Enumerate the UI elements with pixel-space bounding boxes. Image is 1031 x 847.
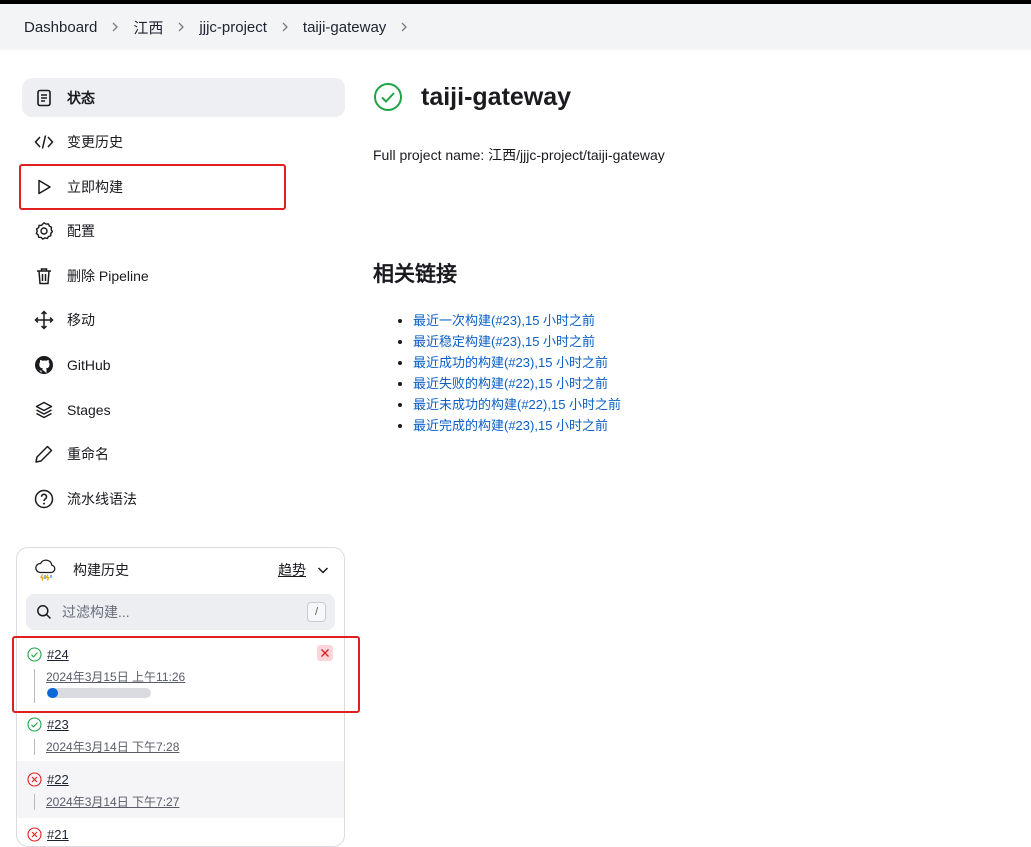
- last-successful-build-link[interactable]: 最近成功的构建(#23),15 小时之前: [413, 355, 608, 370]
- sidebar-item-move[interactable]: 移动: [22, 301, 345, 340]
- last-failed-build-link[interactable]: 最近失败的构建(#22),15 小时之前: [413, 376, 608, 391]
- gear-icon: [34, 221, 54, 241]
- chevron-down-icon[interactable]: [316, 563, 330, 577]
- list-item: 最近未成功的构建(#22),15 小时之前: [413, 394, 1023, 415]
- sidebar-item-label: 重命名: [67, 446, 109, 463]
- list-item: 最近完成的构建(#23),15 小时之前: [413, 415, 1023, 436]
- build-row-22: #22 2024年3月14日 下午7:27: [17, 761, 344, 818]
- list-item: 最近一次构建(#23),15 小时之前: [413, 310, 1023, 331]
- build-filter: /: [26, 594, 335, 630]
- sidebar-item-changes[interactable]: 变更历史: [22, 123, 345, 162]
- related-links-heading: 相关链接: [373, 263, 457, 286]
- project-title: taiji-gateway: [421, 82, 572, 111]
- build-history-title: 构建历史: [73, 562, 129, 578]
- sidebar-item-stages[interactable]: Stages: [22, 390, 345, 429]
- last-build-link[interactable]: 最近一次构建(#23),15 小时之前: [413, 313, 595, 328]
- weather-storm-icon: [35, 559, 56, 581]
- breadcrumb-gateway[interactable]: taiji-gateway: [303, 19, 386, 36]
- highlight-box-build-now: [19, 164, 286, 210]
- breadcrumb-dashboard[interactable]: Dashboard: [24, 19, 97, 36]
- sidebar-item-status[interactable]: 状态: [22, 78, 345, 117]
- github-icon: [34, 355, 54, 375]
- move-icon: [34, 310, 54, 331]
- build-number-link[interactable]: #21: [47, 827, 69, 842]
- build-row-23: #23 2024年3月14日 下午7:28: [17, 706, 344, 761]
- build-history-header: 构建历史 趋势: [17, 548, 344, 592]
- related-links-list: 最近一次构建(#23),15 小时之前 最近稳定构建(#23),15 小时之前 …: [373, 310, 1023, 436]
- failed-icon: [27, 771, 42, 787]
- breadcrumb-project[interactable]: jjjc-project: [199, 19, 267, 36]
- sidebar-item-label: 变更历史: [67, 134, 123, 151]
- sidebar-item-configure[interactable]: 配置: [22, 212, 345, 251]
- search-icon: [37, 605, 52, 620]
- highlight-box-build-24: [12, 636, 360, 713]
- build-date-link[interactable]: 2024年3月14日 下午7:28: [46, 740, 179, 754]
- trend-toggle[interactable]: 趋势: [278, 560, 330, 580]
- sidebar-item-label: 状态: [67, 89, 95, 106]
- help-icon: [34, 489, 54, 509]
- trend-link[interactable]: 趋势: [278, 560, 306, 580]
- sidebar-item-label: 配置: [67, 223, 95, 240]
- breadcrumb-jiangxi[interactable]: 江西: [133, 17, 163, 38]
- success-icon: [374, 83, 402, 111]
- page-title: taiji-gateway: [373, 80, 1023, 114]
- trash-icon: [34, 266, 54, 286]
- last-unsuccessful-build-link[interactable]: 最近未成功的构建(#22),15 小时之前: [413, 397, 621, 412]
- build-date-link[interactable]: 2024年3月14日 下午7:27: [46, 795, 179, 809]
- success-icon: [27, 716, 42, 732]
- chevron-right-icon[interactable]: [398, 21, 410, 33]
- sidebar-item-label: 流水线语法: [67, 490, 137, 507]
- layers-icon: [34, 400, 54, 420]
- sidebar-item-delete[interactable]: 删除 Pipeline: [22, 256, 345, 295]
- build-row-21: #21: [17, 818, 344, 846]
- list-item: 最近成功的构建(#23),15 小时之前: [413, 352, 1023, 373]
- sidebar-item-label: Stages: [67, 401, 111, 418]
- sidebar-item-label: GitHub: [67, 357, 111, 374]
- list-item: 最近失败的构建(#22),15 小时之前: [413, 373, 1023, 394]
- sidebar-item-label: 删除 Pipeline: [67, 267, 149, 284]
- build-number-link[interactable]: #22: [47, 772, 69, 787]
- build-filter-input[interactable]: [62, 604, 282, 620]
- chevron-right-icon: [279, 21, 291, 33]
- failed-icon: [27, 826, 42, 842]
- sidebar-item-pipeline-syntax[interactable]: 流水线语法: [22, 479, 345, 518]
- chevron-right-icon: [109, 21, 121, 33]
- sidebar-item-label: 移动: [67, 312, 95, 329]
- document-icon: [34, 88, 54, 108]
- code-icon: [34, 132, 54, 152]
- sidebar-item-rename[interactable]: 重命名: [22, 435, 345, 474]
- list-item: 最近稳定构建(#23),15 小时之前: [413, 331, 1023, 352]
- pencil-icon: [34, 444, 54, 464]
- chevron-right-icon: [175, 21, 187, 33]
- sidebar-item-github[interactable]: GitHub: [22, 346, 345, 385]
- shortcut-key-hint: /: [307, 602, 326, 622]
- last-completed-build-link[interactable]: 最近完成的构建(#23),15 小时之前: [413, 418, 608, 433]
- breadcrumb: Dashboard 江西 jjjc-project taiji-gateway: [0, 4, 1031, 50]
- sidebar: 状态 变更历史 立即构建 配置 删除 Pipeline 移动 GitHub St…: [22, 78, 345, 524]
- full-project-name: Full project name: 江西/jjjc-project/taiji…: [373, 147, 665, 163]
- last-stable-build-link[interactable]: 最近稳定构建(#23),15 小时之前: [413, 334, 595, 349]
- main-content: taiji-gateway Full project name: 江西/jjjc…: [373, 80, 1023, 436]
- build-number-link[interactable]: #23: [47, 717, 69, 732]
